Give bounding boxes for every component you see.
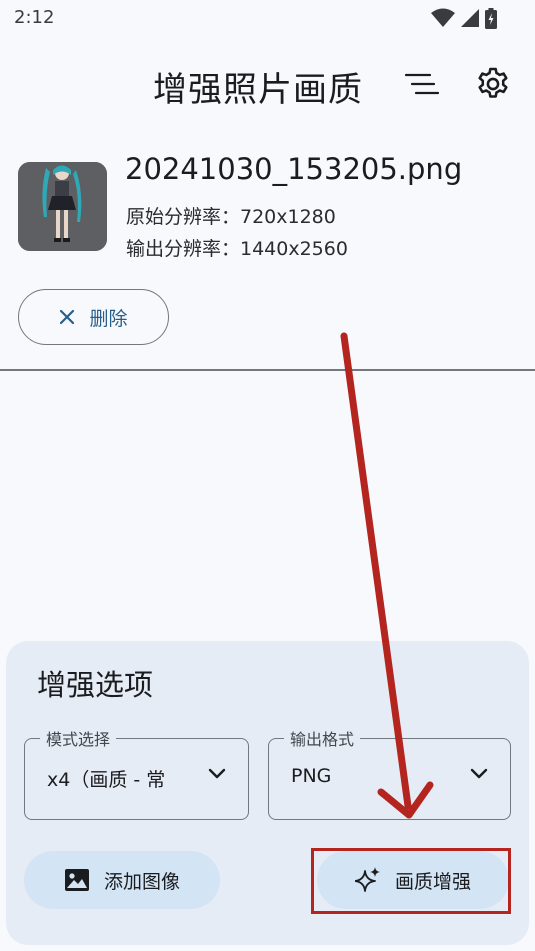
format-label: 输出格式: [284, 726, 361, 750]
options-title: 增强选项: [37, 668, 154, 702]
chevron-down-icon: [470, 768, 488, 779]
add-image-label: 添加图像: [103, 870, 180, 893]
mode-select[interactable]: 模式选择 x4（画质 - 常: [24, 726, 249, 820]
enhance-label: 画质增强: [394, 870, 471, 893]
status-time: 2:12: [14, 7, 55, 28]
gear-icon: [478, 67, 508, 98]
original-resolution: 原始分辨率：720x1280: [126, 206, 336, 228]
image-thumbnail[interactable]: [18, 162, 107, 251]
signal-icon: [461, 9, 479, 27]
format-select[interactable]: 输出格式 PNG: [268, 726, 511, 820]
settings-button[interactable]: [471, 62, 515, 106]
mode-label: 模式选择: [40, 726, 117, 750]
delete-label: 删除: [89, 307, 128, 330]
mode-value: x4（画质 - 常: [47, 769, 166, 791]
battery-icon: [485, 7, 497, 29]
sort-icon: [404, 73, 440, 95]
wifi-icon: [431, 8, 455, 27]
image-icon: [64, 869, 89, 891]
page-title: 增强照片画质: [153, 70, 363, 110]
sparkle-icon: [354, 867, 380, 892]
output-resolution: 输出分辨率：1440x2560: [126, 238, 348, 260]
enhance-button[interactable]: 画质增强: [317, 851, 509, 909]
format-value: PNG: [291, 765, 332, 787]
divider: [0, 369, 535, 371]
close-icon: [60, 309, 75, 325]
status-bar: 2:12: [0, 0, 535, 38]
add-image-button[interactable]: 添加图像: [24, 851, 220, 909]
delete-button[interactable]: 删除: [18, 289, 169, 345]
chevron-down-icon: [208, 768, 226, 779]
figure-thumbnail-image: [18, 162, 107, 251]
status-icons: [431, 7, 497, 29]
sort-button[interactable]: [400, 62, 444, 106]
file-name: 20241030_153205.png: [125, 152, 463, 186]
